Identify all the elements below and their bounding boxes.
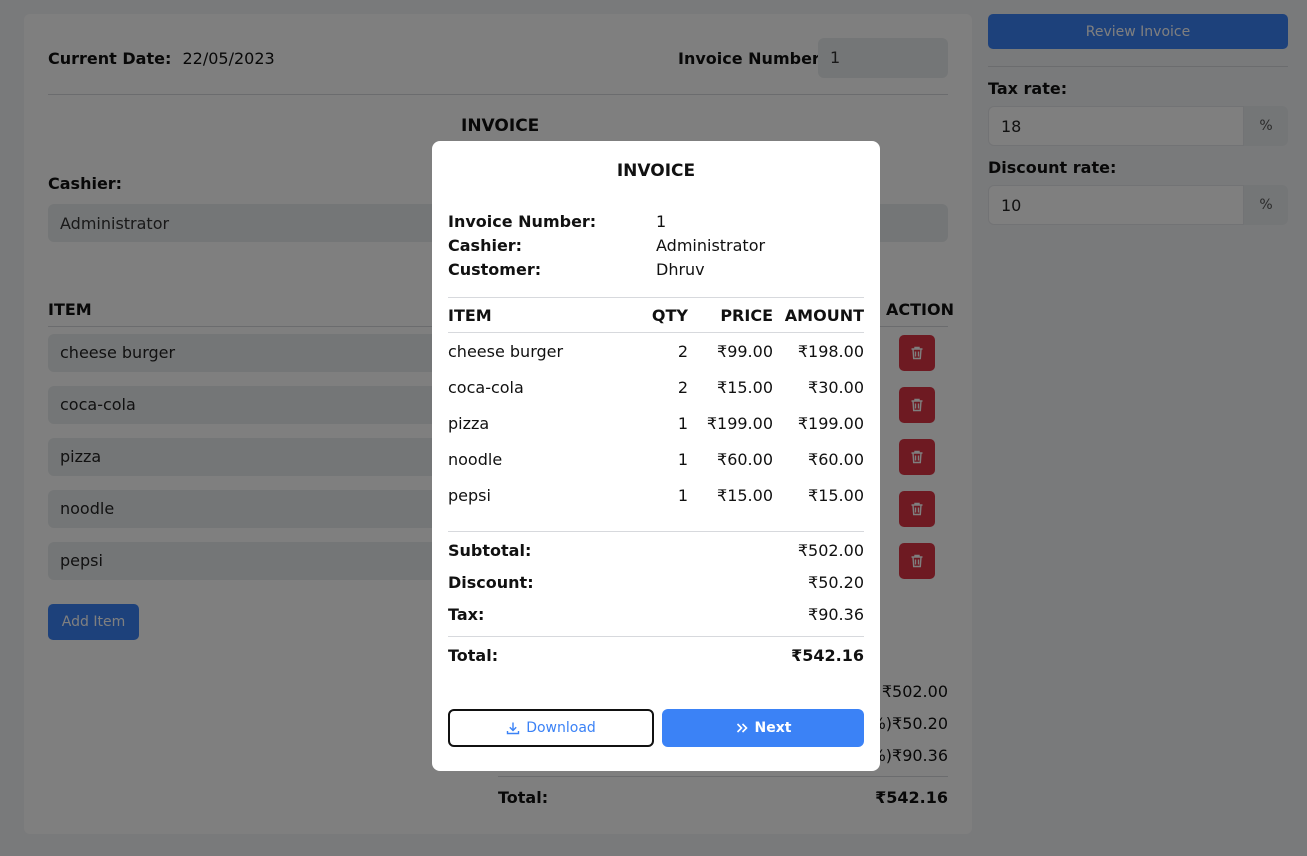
cell-item: cheese burger xyxy=(448,341,564,361)
cell-item: pepsi xyxy=(448,485,491,505)
invoice-items-table: ITEM QTY PRICE AMOUNT cheese burger 2 ₹9… xyxy=(448,303,864,513)
info-row: Invoice Number: 1 xyxy=(448,209,864,233)
cell-amount: ₹15.00 xyxy=(808,485,864,505)
invoice-info: Invoice Number: 1 Cashier: Administrator… xyxy=(448,209,864,281)
download-icon xyxy=(507,722,520,735)
cell-amount: ₹60.00 xyxy=(808,449,864,469)
table-row: coca-cola 2 ₹15.00 ₹30.00 xyxy=(448,369,864,405)
info-label: Invoice Number: xyxy=(448,211,597,231)
table-row: pizza 1 ₹199.00 ₹199.00 xyxy=(448,405,864,441)
download-button[interactable]: Download xyxy=(448,709,654,747)
discount-value: ₹50.20 xyxy=(808,573,864,592)
subtotal-row: Subtotal: ₹502.00 xyxy=(448,541,864,560)
cell-qty: 2 xyxy=(677,377,688,397)
cell-qty: 2 xyxy=(677,341,688,361)
total-value: ₹542.16 xyxy=(791,646,864,665)
cell-item: pizza xyxy=(448,413,490,433)
info-label: Customer: xyxy=(448,259,542,279)
column-header: AMOUNT xyxy=(784,305,864,325)
modal-title: INVOICE xyxy=(616,161,696,181)
info-value: Administrator xyxy=(656,235,766,255)
cell-price: ₹15.00 xyxy=(717,377,773,397)
invoice-modal: INVOICE Invoice Number: 1 Cashier: Admin… xyxy=(432,141,880,771)
next-label: Next xyxy=(754,720,792,736)
divider xyxy=(448,636,864,637)
cell-amount: ₹198.00 xyxy=(797,341,864,361)
subtotal-value: ₹502.00 xyxy=(797,541,864,560)
cell-amount: ₹199.00 xyxy=(797,413,864,433)
discount-row: Discount: ₹50.20 xyxy=(448,573,864,592)
chevrons-right-icon xyxy=(736,723,748,733)
info-row: Customer: Dhruv xyxy=(448,257,864,281)
subtotal-label: Subtotal: xyxy=(448,541,532,560)
cell-price: ₹199.00 xyxy=(706,413,773,433)
tax-value: ₹90.36 xyxy=(808,605,864,624)
cell-qty: 1 xyxy=(677,485,688,505)
next-button[interactable]: Next xyxy=(662,709,864,747)
info-label: Cashier: xyxy=(448,235,523,255)
table-row: pepsi 1 ₹15.00 ₹15.00 xyxy=(448,477,864,513)
cell-amount: ₹30.00 xyxy=(808,377,864,397)
cell-price: ₹60.00 xyxy=(717,449,773,469)
cell-price: ₹99.00 xyxy=(717,341,773,361)
column-header: QTY xyxy=(651,305,688,325)
info-value: 1 xyxy=(656,211,667,231)
cell-price: ₹15.00 xyxy=(717,485,773,505)
info-row: Cashier: Administrator xyxy=(448,233,864,257)
total-row: Total: ₹542.16 xyxy=(448,646,864,665)
info-value: Dhruv xyxy=(656,259,705,279)
discount-label: Discount: xyxy=(448,573,534,592)
cell-qty: 1 xyxy=(677,449,688,469)
divider xyxy=(448,531,864,532)
table-row: noodle 1 ₹60.00 ₹60.00 xyxy=(448,441,864,477)
cell-item: noodle xyxy=(448,449,503,469)
column-header: PRICE xyxy=(720,305,773,325)
download-label: Download xyxy=(526,720,596,736)
modal-actions: Download Next xyxy=(448,709,864,747)
column-header: ITEM xyxy=(448,305,492,325)
cell-item: coca-cola xyxy=(448,377,524,397)
table-header: ITEM QTY PRICE AMOUNT xyxy=(448,303,864,327)
table-row: cheese burger 2 ₹99.00 ₹198.00 xyxy=(448,333,864,369)
cell-qty: 1 xyxy=(677,413,688,433)
tax-row: Tax: ₹90.36 xyxy=(448,605,864,624)
divider xyxy=(448,297,864,298)
tax-label: Tax: xyxy=(448,605,485,624)
total-label: Total: xyxy=(448,646,499,665)
